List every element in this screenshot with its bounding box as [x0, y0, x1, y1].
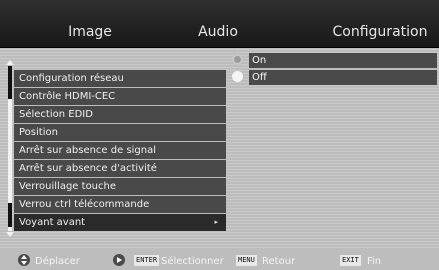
chevron-right-icon: ▸ [214, 218, 218, 226]
option-on[interactable]: On [232, 53, 437, 68]
option-off[interactable]: Off [232, 70, 437, 85]
menu-item-no-signal-off[interactable]: Arrêt sur absence de signal [14, 142, 226, 159]
footer-hints: Déplacer Sélectionner Retour Fin [0, 250, 439, 270]
radio-button-selected-icon[interactable] [232, 71, 243, 82]
menu-item-label: Contrôle HDMI-CEC [19, 91, 116, 102]
up-down-arrows-icon [18, 254, 30, 266]
menu-item-key-lock[interactable]: Verrouillage touche [14, 178, 226, 195]
play-arrow-icon [113, 254, 125, 266]
hint-back-label: Retour [262, 256, 296, 267]
menu-item-label: Verrouillage touche [19, 181, 117, 192]
menu-item-network-config[interactable]: Configuration réseau [14, 70, 226, 87]
hint-end-label: Fin [367, 256, 382, 267]
menu-key-icon: MENU [236, 255, 257, 266]
exit-key-icon: EXIT [340, 255, 361, 266]
hint-move-label: Déplacer [35, 256, 80, 267]
option-label: On [249, 53, 437, 68]
menu-item-edid[interactable]: Sélection EDID [14, 106, 226, 123]
menu-item-label: Sélection EDID [19, 109, 93, 120]
menu-item-label: Voyant avant [19, 217, 86, 228]
enter-key-icon: ENTER [134, 255, 160, 266]
menu-item-label: Arrêt sur absence de signal [19, 145, 157, 156]
menu-item-no-activity-off[interactable]: Arrêt sur absence d'activité [14, 160, 226, 177]
osd-screen: Image Audio Configuration Configuration … [0, 0, 439, 270]
scroll-up-arrow-icon[interactable] [6, 60, 14, 65]
scroll-down-arrow-icon[interactable] [6, 232, 14, 237]
tab-audio[interactable]: Audio [178, 0, 258, 47]
radio-button-icon[interactable] [232, 54, 243, 65]
scrollbar-thumb-bottom[interactable] [8, 203, 12, 227]
hint-select-label: Sélectionner [161, 256, 224, 267]
menu-item-label: Configuration réseau [19, 73, 124, 84]
tab-bar: Image Audio Configuration [0, 0, 439, 48]
menu-item-label: Position [19, 127, 58, 138]
settings-menu: Configuration réseau Contrôle HDMI-CEC S… [14, 70, 226, 232]
menu-item-position[interactable]: Position [14, 124, 226, 141]
option-label: Off [249, 70, 437, 85]
menu-item-hdmi-cec[interactable]: Contrôle HDMI-CEC [14, 88, 226, 105]
menu-item-front-led[interactable]: Voyant avant ▸ [14, 214, 226, 231]
menu-item-label: Arrêt sur absence d'activité [19, 163, 157, 174]
menu-item-remote-lock[interactable]: Verrou ctrl télécommande [14, 196, 226, 213]
tab-configuration[interactable]: Configuration [320, 0, 439, 47]
menu-item-label: Verrou ctrl télécommande [19, 199, 150, 210]
tab-image[interactable]: Image [40, 0, 140, 47]
scrollbar-thumb-top[interactable] [8, 66, 12, 99]
